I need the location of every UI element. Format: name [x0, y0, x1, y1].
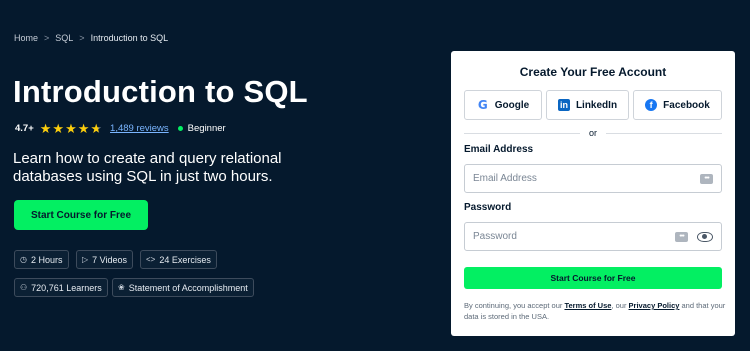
- or-divider: or: [464, 128, 723, 138]
- breadcrumb-current: Introduction to SQL: [90, 33, 169, 43]
- password-field-wrapper: •••: [464, 222, 722, 251]
- clock-icon: ◷: [20, 255, 27, 264]
- google-signin-button[interactable]: G Google: [464, 90, 542, 120]
- legal-text: , our: [611, 301, 629, 310]
- submit-signup-button[interactable]: Start Course for Free: [464, 267, 722, 289]
- page-title: Introduction to SQL: [13, 74, 308, 109]
- stat-hours: ◷ 2 Hours: [14, 250, 69, 269]
- facebook-icon: f: [645, 99, 658, 111]
- facebook-signin-button[interactable]: f Facebook: [633, 90, 722, 120]
- level-label: Beginner: [187, 123, 226, 134]
- divider-line: [464, 132, 580, 134]
- email-label: Email Address: [464, 144, 534, 155]
- ribbon-icon: ❀: [118, 283, 125, 292]
- password-manager-icon[interactable]: •••: [675, 231, 688, 242]
- password-field[interactable]: [473, 231, 675, 242]
- signup-title: Create Your Free Account: [519, 65, 667, 79]
- google-icon: G: [477, 98, 488, 112]
- level-dot-icon: [177, 126, 183, 131]
- linkedin-signin-button[interactable]: in LinkedIn: [546, 90, 629, 120]
- users-icon: ⚇: [20, 283, 28, 292]
- stat-learners: ⚇ 720,761 Learners: [14, 278, 108, 297]
- breadcrumb-separator: >: [79, 33, 85, 43]
- breadcrumb-sql[interactable]: SQL: [55, 33, 73, 43]
- privacy-link[interactable]: Privacy Policy: [629, 301, 680, 310]
- stat-accomplishment: ❀ Statement of Accomplishment: [112, 278, 254, 297]
- terms-link[interactable]: Terms of Use: [564, 301, 611, 310]
- play-icon: ▷: [82, 255, 89, 264]
- password-manager-icon[interactable]: •••: [700, 173, 713, 184]
- legal-text: By continuing, you accept our: [464, 301, 565, 310]
- course-description: Learn how to create and query relational…: [13, 150, 282, 185]
- signup-card: Create Your Free Account G Google in Lin…: [451, 51, 735, 336]
- stat-hours-label: 2 Hours: [30, 254, 63, 265]
- star-rating: ★ ★ ★ ★ ★: [40, 122, 102, 135]
- stat-videos-label: 7 Videos: [92, 254, 128, 265]
- show-password-icon[interactable]: [697, 231, 713, 242]
- stat-videos: ▷ 7 Videos: [76, 250, 134, 269]
- reviews-link[interactable]: 1,489 reviews: [110, 123, 169, 134]
- stat-exercises-label: 24 Exercises: [159, 254, 211, 265]
- star-icon: ★: [65, 121, 77, 136]
- email-field-wrapper: •••: [464, 164, 722, 193]
- star-half-icon: ★: [90, 121, 103, 136]
- linkedin-icon: in: [557, 99, 570, 111]
- linkedin-label: LinkedIn: [575, 99, 618, 111]
- code-icon: <>: [146, 255, 156, 264]
- divider-line: [606, 132, 723, 134]
- breadcrumb: Home > SQL > Introduction to SQL: [14, 33, 168, 43]
- or-label: or: [589, 128, 598, 138]
- facebook-label: Facebook: [663, 99, 710, 111]
- legal-notice: By continuing, you accept our Terms of U…: [464, 300, 726, 322]
- start-course-button[interactable]: Start Course for Free: [14, 200, 148, 230]
- stat-accomplishment-label: Statement of Accomplishment: [128, 282, 248, 293]
- password-label: Password: [464, 202, 512, 213]
- breadcrumb-separator: >: [44, 33, 50, 43]
- star-icon: ★: [77, 121, 90, 136]
- rating-value: 4.7+: [15, 123, 34, 134]
- email-field[interactable]: [473, 173, 700, 184]
- stat-learners-label: 720,761 Learners: [31, 282, 102, 293]
- google-label: Google: [494, 99, 530, 111]
- rating-row: 4.7+ ★ ★ ★ ★ ★ 1,489 reviews Beginner: [15, 122, 226, 135]
- star-icon: ★: [39, 121, 52, 136]
- breadcrumb-home[interactable]: Home: [14, 33, 38, 43]
- star-icon: ★: [52, 121, 65, 136]
- stat-exercises: <> 24 Exercises: [140, 250, 217, 269]
